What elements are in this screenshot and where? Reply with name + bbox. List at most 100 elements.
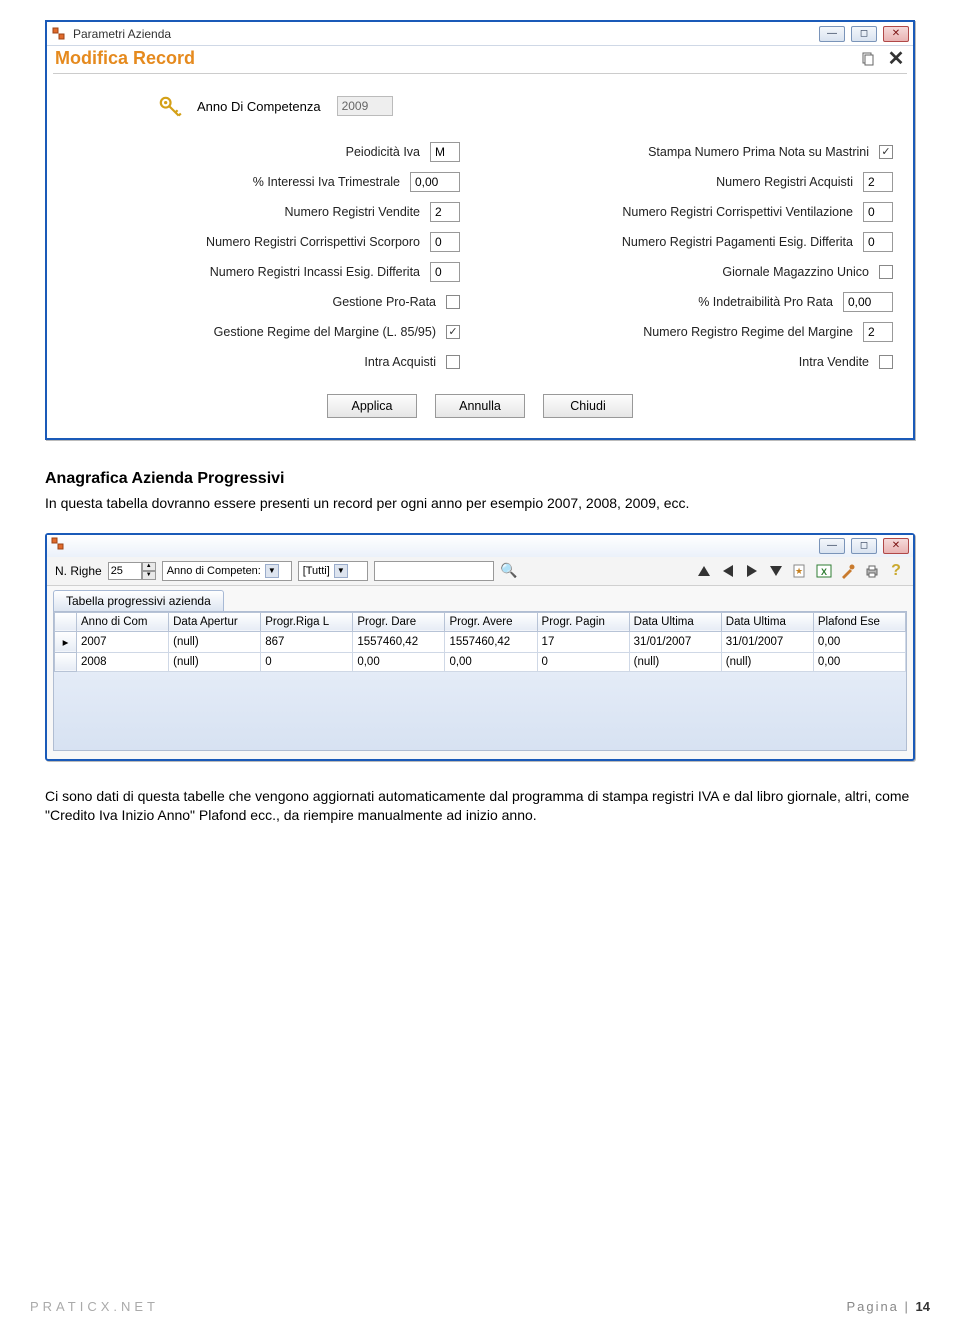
- field-checkbox[interactable]: [879, 355, 893, 369]
- excel-icon[interactable]: X: [815, 562, 833, 580]
- cancel-button[interactable]: Annulla: [435, 394, 525, 418]
- filter-dropdown-value: [Tutti]: [303, 565, 330, 577]
- anno-competenza-label: Anno Di Competenza: [197, 99, 321, 114]
- rows-label: N. Righe: [55, 564, 102, 578]
- chevron-down-icon: ▼: [265, 564, 279, 578]
- field-label: Gestione Pro-Rata: [67, 295, 446, 309]
- field-input[interactable]: [863, 172, 893, 192]
- field-input[interactable]: [863, 202, 893, 222]
- group-dropdown[interactable]: Anno di Competen: ▼: [162, 561, 292, 581]
- table-cell[interactable]: (null): [629, 652, 721, 671]
- row-header-cell: ▸: [55, 631, 77, 652]
- field-checkbox[interactable]: [879, 265, 893, 279]
- table-cell[interactable]: 0: [261, 652, 353, 671]
- column-header[interactable]: Progr.Riga L: [261, 612, 353, 631]
- right-field-1: Numero Registri Acquisti: [500, 170, 893, 194]
- field-input[interactable]: [430, 232, 460, 252]
- table-cell[interactable]: (null): [169, 631, 261, 652]
- first-record-icon[interactable]: [695, 562, 713, 580]
- table-cell[interactable]: 867: [261, 631, 353, 652]
- spin-up-button[interactable]: ▲: [142, 562, 156, 571]
- data-table[interactable]: Anno di ComData AperturProgr.Riga LProgr…: [54, 612, 906, 672]
- doc-para-1: In questa tabella dovranno essere presen…: [45, 494, 915, 513]
- help-icon[interactable]: ?: [887, 562, 905, 580]
- doc-para-2: Ci sono dati di questa tabelle che vengo…: [45, 787, 915, 825]
- field-input[interactable]: [430, 202, 460, 222]
- form-left-column: Peiodicità Iva% Interessi Iva Trimestral…: [67, 140, 460, 380]
- field-label: Numero Registri Corrispettivi Ventilazio…: [500, 205, 863, 219]
- column-header[interactable]: Progr. Pagin: [537, 612, 629, 631]
- close-button[interactable]: ✕: [883, 538, 909, 554]
- table-cell[interactable]: 2007: [77, 631, 169, 652]
- table-cell[interactable]: (null): [721, 652, 813, 671]
- minimize-button[interactable]: —: [819, 26, 845, 42]
- maximize-button[interactable]: ◻: [851, 26, 877, 42]
- column-header[interactable]: Data Ultima: [629, 612, 721, 631]
- table-cell[interactable]: 31/01/2007: [629, 631, 721, 652]
- tool-icon[interactable]: [839, 562, 857, 580]
- binoculars-icon[interactable]: 🔍: [500, 562, 518, 580]
- table-cell[interactable]: 31/01/2007: [721, 631, 813, 652]
- close-icon[interactable]: ✕: [887, 50, 905, 68]
- column-header[interactable]: Progr. Dare: [353, 612, 445, 631]
- apply-button[interactable]: Applica: [327, 394, 417, 418]
- last-record-icon[interactable]: [767, 562, 785, 580]
- rows-spinner[interactable]: ▲ ▼: [108, 562, 156, 580]
- row-header-cell: [55, 652, 77, 671]
- column-header[interactable]: Progr. Avere: [445, 612, 537, 631]
- close-button[interactable]: ✕: [883, 26, 909, 42]
- field-input[interactable]: [843, 292, 893, 312]
- table-cell[interactable]: 0,00: [813, 631, 905, 652]
- footer-page: Pagina | 14: [846, 1299, 930, 1314]
- field-label: Giornale Magazzino Unico: [500, 265, 879, 279]
- print-icon[interactable]: [863, 562, 881, 580]
- column-header[interactable]: Data Apertur: [169, 612, 261, 631]
- table-cell[interactable]: 0,00: [813, 652, 905, 671]
- right-field-7: Intra Vendite: [500, 350, 893, 374]
- table-cell[interactable]: 0: [537, 652, 629, 671]
- maximize-button[interactable]: ◻: [851, 538, 877, 554]
- column-header[interactable]: Plafond Ese: [813, 612, 905, 631]
- new-record-icon[interactable]: ★: [791, 562, 809, 580]
- minimize-button[interactable]: —: [819, 538, 845, 554]
- data-grid: Anno di ComData AperturProgr.Riga LProgr…: [53, 611, 907, 751]
- table-cell[interactable]: 0,00: [353, 652, 445, 671]
- field-input[interactable]: [863, 322, 893, 342]
- spin-down-button[interactable]: ▼: [142, 571, 156, 580]
- left-field-2: Numero Registri Vendite: [67, 200, 460, 224]
- field-checkbox[interactable]: [446, 325, 460, 339]
- table-cell[interactable]: 2008: [77, 652, 169, 671]
- filter-dropdown[interactable]: [Tutti] ▼: [298, 561, 368, 581]
- table-cell[interactable]: 0,00: [445, 652, 537, 671]
- svg-text:X: X: [821, 567, 827, 577]
- column-header[interactable]: Anno di Com: [77, 612, 169, 631]
- field-input[interactable]: [863, 232, 893, 252]
- column-header[interactable]: Data Ultima: [721, 612, 813, 631]
- rows-input[interactable]: [108, 562, 142, 580]
- right-field-4: Giornale Magazzino Unico: [500, 260, 893, 284]
- field-checkbox[interactable]: [446, 355, 460, 369]
- table-cell[interactable]: 1557460,42: [445, 631, 537, 652]
- left-field-7: Intra Acquisti: [67, 350, 460, 374]
- table-row[interactable]: ▸2007(null)8671557460,421557460,421731/0…: [55, 631, 906, 652]
- right-field-0: Stampa Numero Prima Nota su Mastrini: [500, 140, 893, 164]
- grid-toolbar: N. Righe ▲ ▼ Anno di Competen: ▼ [Tutti]…: [47, 557, 913, 586]
- copy-icon[interactable]: [859, 50, 877, 68]
- table-row[interactable]: 2008(null)00,000,000(null)(null)0,00: [55, 652, 906, 671]
- next-record-icon[interactable]: [743, 562, 761, 580]
- table-cell[interactable]: 1557460,42: [353, 631, 445, 652]
- anno-competenza-input[interactable]: [337, 96, 393, 116]
- field-checkbox[interactable]: [446, 295, 460, 309]
- progressivi-window: — ◻ ✕ N. Righe ▲ ▼ Anno di Competen: ▼ […: [45, 533, 915, 761]
- table-cell[interactable]: 17: [537, 631, 629, 652]
- field-input[interactable]: [430, 142, 460, 162]
- field-checkbox[interactable]: [879, 145, 893, 159]
- table-cell[interactable]: (null): [169, 652, 261, 671]
- search-input[interactable]: [374, 561, 494, 581]
- prev-record-icon[interactable]: [719, 562, 737, 580]
- field-input[interactable]: [430, 262, 460, 282]
- close-form-button[interactable]: Chiudi: [543, 394, 633, 418]
- field-input[interactable]: [410, 172, 460, 192]
- field-label: Intra Acquisti: [67, 355, 446, 369]
- right-field-2: Numero Registri Corrispettivi Ventilazio…: [500, 200, 893, 224]
